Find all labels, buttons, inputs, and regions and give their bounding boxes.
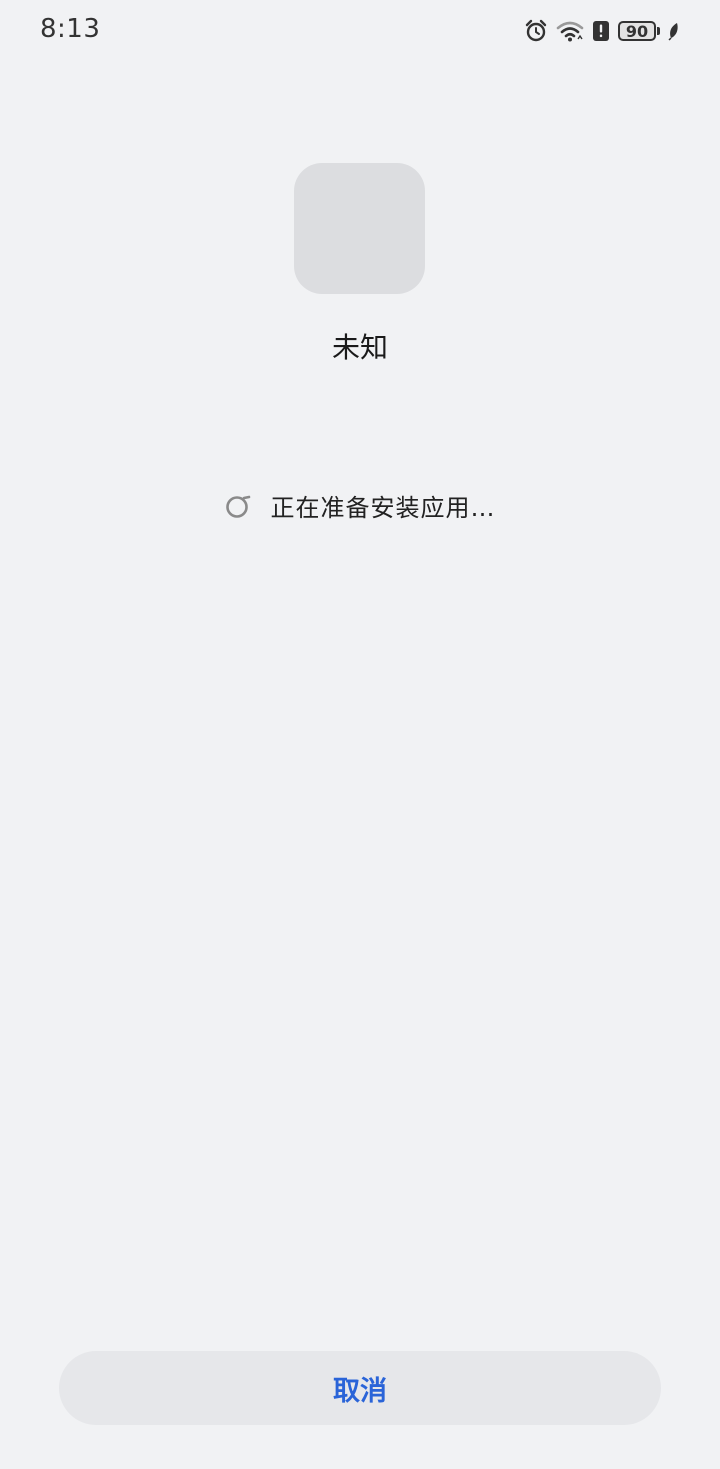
app-name: 未知 xyxy=(331,331,388,364)
wifi-icon xyxy=(556,19,584,43)
battery-icon: 90 xyxy=(618,21,660,41)
app-placeholder-icon xyxy=(294,163,425,294)
install-progress: 正在准备安装应用… xyxy=(0,488,720,523)
cancel-button[interactable]: 取消 xyxy=(59,1351,661,1425)
status-bar: 8:13 90 xyxy=(0,0,720,62)
battery-level: 90 xyxy=(618,21,656,41)
leaf-icon xyxy=(668,21,680,41)
alarm-icon xyxy=(524,19,548,43)
progress-text: 正在准备安装应用… xyxy=(270,494,496,522)
status-time: 8:13 xyxy=(40,14,101,44)
install-screen: 8:13 90 未知 正在准备安装应用… 取消 xyxy=(0,0,720,1469)
status-icons: 90 xyxy=(524,18,680,44)
loading-spinner-icon xyxy=(225,493,251,519)
alert-icon xyxy=(592,20,610,42)
